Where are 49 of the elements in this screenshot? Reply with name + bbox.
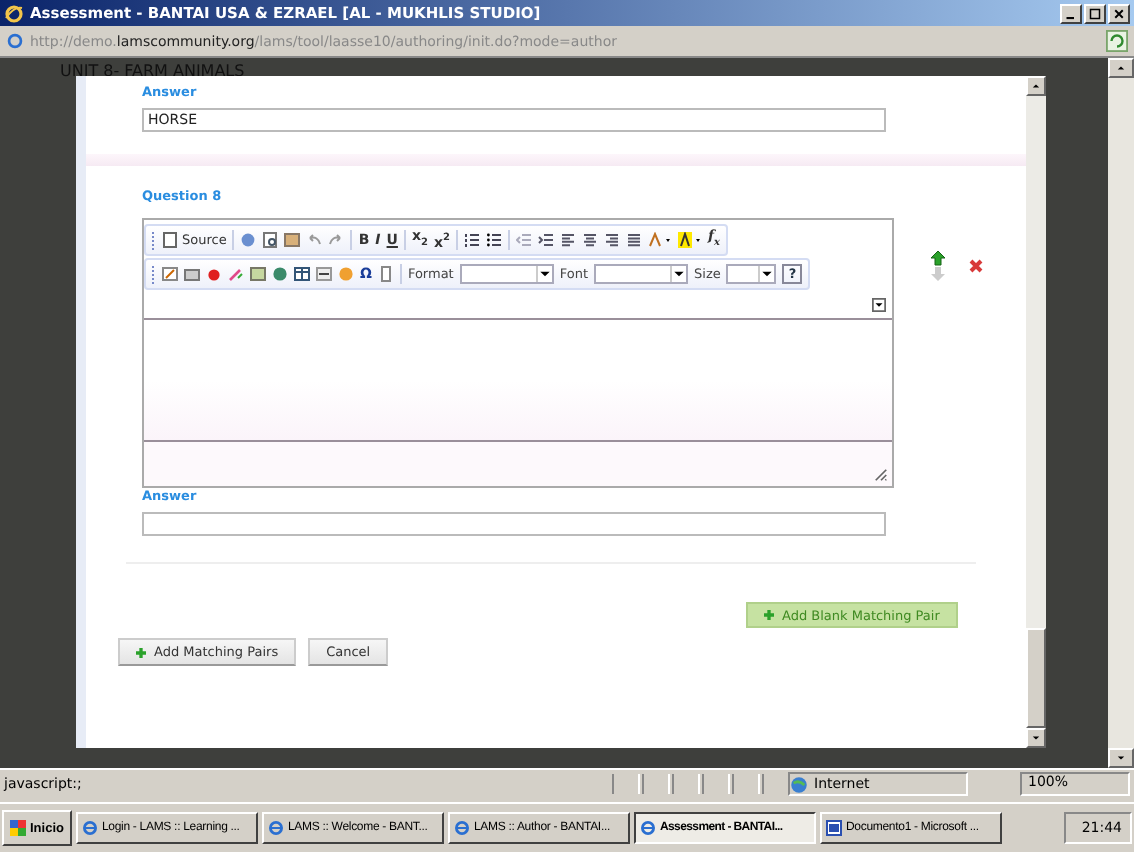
scroll-thumb[interactable] <box>1026 628 1046 728</box>
browser-logo-icon <box>267 820 284 836</box>
dropdown-arrow-icon <box>670 266 687 282</box>
delete-icon[interactable] <box>968 258 984 274</box>
scrollbar[interactable] <box>1108 58 1134 768</box>
preview-icon[interactable] <box>262 232 279 248</box>
answer-field[interactable] <box>142 512 886 536</box>
browser-logo-icon <box>639 820 656 836</box>
close-button[interactable] <box>1108 3 1130 23</box>
maximize-button[interactable] <box>1084 3 1106 23</box>
browser-logo-icon <box>4 3 24 23</box>
templates-icon[interactable] <box>284 232 301 248</box>
numbered-list-icon[interactable] <box>463 232 480 248</box>
highlight-color-icon[interactable] <box>677 232 702 248</box>
align-right-icon[interactable] <box>603 232 620 248</box>
close-icon <box>1112 7 1126 19</box>
record-icon[interactable] <box>206 266 222 282</box>
bulleted-list-icon[interactable] <box>485 232 502 248</box>
media-icon[interactable] <box>184 266 200 282</box>
refresh-icon[interactable] <box>1106 30 1128 52</box>
scroll-down-icon[interactable] <box>1108 748 1134 768</box>
maximize-icon <box>1088 7 1102 19</box>
browser-logo-icon <box>81 820 98 836</box>
align-left-icon[interactable] <box>559 232 576 248</box>
redo-icon[interactable] <box>328 232 345 248</box>
minimize-button[interactable] <box>1060 3 1082 23</box>
scroll-down-icon[interactable] <box>1026 728 1046 748</box>
undo-icon[interactable] <box>306 232 323 248</box>
document-icon <box>162 232 178 248</box>
dropdown-arrow-icon <box>535 266 552 282</box>
align-center-icon[interactable] <box>581 232 598 248</box>
move-up-arrow-icon[interactable] <box>930 250 946 266</box>
plus-icon <box>764 610 774 620</box>
page-break-icon[interactable] <box>377 266 394 282</box>
table-icon[interactable] <box>294 266 310 282</box>
image-icon[interactable] <box>250 266 266 282</box>
dropdown-arrow-icon <box>758 266 775 282</box>
indent-icon[interactable] <box>537 232 554 248</box>
collapse-toolbar-icon[interactable] <box>872 298 886 312</box>
plus-icon <box>136 647 146 657</box>
document-icon <box>825 820 842 836</box>
scroll-up-icon[interactable] <box>1108 58 1134 78</box>
scrollbar[interactable] <box>1026 76 1046 748</box>
text-color-icon[interactable] <box>647 232 672 248</box>
form-icon[interactable] <box>162 266 178 282</box>
browser-logo-icon <box>453 820 470 836</box>
scroll-up-icon[interactable] <box>1026 76 1046 96</box>
justify-icon[interactable] <box>625 232 642 248</box>
resize-handle-icon[interactable] <box>874 468 888 482</box>
